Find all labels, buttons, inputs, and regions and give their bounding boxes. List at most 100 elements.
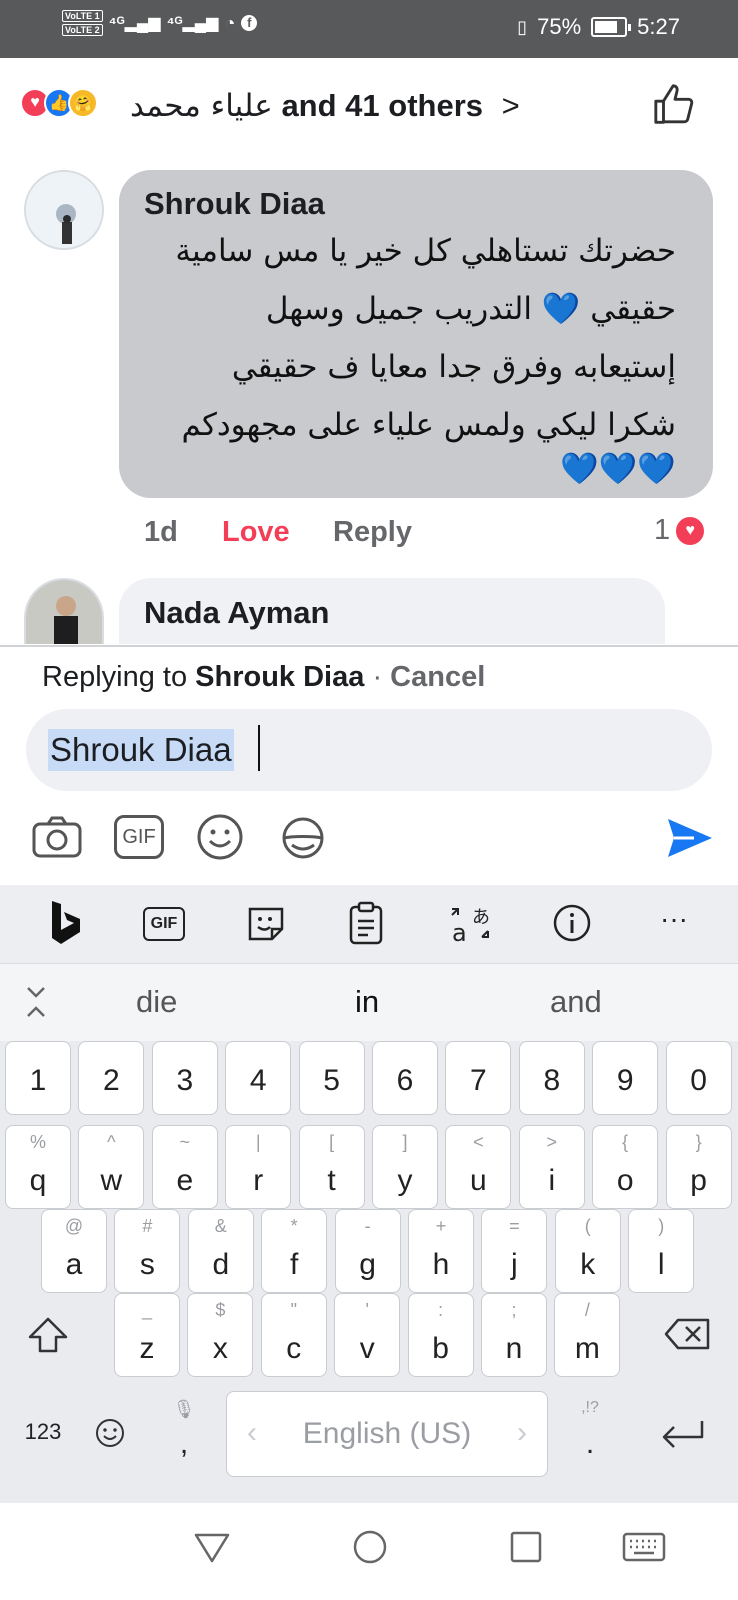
keyboard-gif-button[interactable]: GIF	[143, 907, 185, 941]
key-f[interactable]: * f	[261, 1209, 328, 1293]
shift-key[interactable]	[12, 1293, 84, 1377]
backspace-key[interactable]	[652, 1293, 726, 1377]
translate-icon: aあ	[451, 907, 490, 947]
key-j[interactable]: = j	[481, 1209, 548, 1293]
comment-reaction-count[interactable]: 1 ♥	[654, 514, 707, 547]
key-b[interactable]: :b	[407, 1293, 474, 1377]
enter-key[interactable]	[640, 1391, 726, 1475]
emoji-button[interactable]	[196, 813, 244, 861]
love-button[interactable]: Love	[222, 516, 290, 549]
space-key[interactable]: ‹ English (US) ›	[226, 1391, 548, 1477]
recents-square-icon	[510, 1531, 542, 1563]
separator: ·	[372, 661, 383, 693]
key-i[interactable]: > i	[518, 1125, 585, 1209]
key-label: q	[29, 1164, 47, 1197]
number-key-7[interactable]: 7	[445, 1041, 512, 1115]
number-key-5[interactable]: 5	[298, 1041, 365, 1115]
number-key-6[interactable]: 6	[372, 1041, 438, 1115]
comment-author[interactable]: Shrouk Diaa	[144, 186, 325, 222]
cancel-reply-button[interactable]: Cancel	[390, 661, 485, 693]
key-label: 4	[249, 1064, 267, 1097]
key-o[interactable]: {o	[592, 1125, 659, 1209]
key-d[interactable]: & d	[187, 1209, 254, 1293]
key-label: k	[580, 1248, 596, 1281]
suggestion-item[interactable]: and	[550, 984, 602, 1020]
key-k[interactable]: (k	[554, 1209, 621, 1293]
avatar[interactable]	[24, 170, 104, 250]
key-z[interactable]: _ z	[114, 1293, 180, 1377]
key-x[interactable]: $ x	[187, 1293, 254, 1377]
home-button[interactable]	[350, 1527, 390, 1567]
reactions-summary-bar[interactable]: ♥ 👍 🤗 علياء محمد and 41 others >	[0, 58, 738, 158]
number-key-3[interactable]: 3	[151, 1041, 218, 1115]
comment-input-text[interactable]: Shrouk Diaa	[48, 729, 234, 771]
sticker-button[interactable]	[278, 813, 328, 863]
key-e[interactable]: ~ e	[151, 1125, 218, 1209]
keyboard-sticker-button[interactable]	[246, 903, 286, 943]
recents-button[interactable]	[508, 1529, 544, 1565]
key-w[interactable]: ^ w	[78, 1125, 145, 1209]
key-h[interactable]: + h	[408, 1209, 474, 1293]
number-key-4[interactable]: 4	[225, 1041, 292, 1115]
number-key-1[interactable]: 1	[5, 1041, 71, 1115]
key-s[interactable]: # s	[114, 1209, 181, 1293]
clipboard-button[interactable]	[348, 901, 384, 945]
emoji-key[interactable]	[80, 1391, 140, 1475]
reply-button[interactable]: Reply	[333, 516, 412, 549]
key-c[interactable]: " c	[260, 1293, 327, 1377]
number-key-9[interactable]: 9	[592, 1041, 659, 1115]
key-hint: :	[438, 1300, 444, 1320]
reaction-icons: ♥ 👍 🤗	[20, 88, 98, 118]
key-g[interactable]: -g	[334, 1209, 401, 1293]
numbers-switch-key[interactable]: 123	[8, 1391, 78, 1475]
key-label: c	[286, 1332, 302, 1365]
number-key-8[interactable]: 8	[518, 1041, 585, 1115]
period-key[interactable]: ,!? .	[554, 1391, 626, 1475]
comment-input[interactable]: Shrouk Diaa	[26, 709, 712, 791]
key-label: u	[470, 1164, 487, 1197]
key-hint: ;	[511, 1300, 517, 1320]
comma-key[interactable]: 🎙 ,	[148, 1391, 220, 1475]
more-options-button[interactable]: ···	[660, 903, 688, 935]
key-t[interactable]: [t	[298, 1125, 365, 1209]
key-q[interactable]: % q	[5, 1125, 71, 1209]
key-y[interactable]: ] y	[372, 1125, 438, 1209]
key-hint: /	[584, 1300, 590, 1320]
keyboard-switch-button[interactable]	[622, 1531, 666, 1565]
key-l[interactable]: ) l	[628, 1209, 695, 1293]
number-key-2[interactable]: 2	[78, 1041, 145, 1115]
key-label: p	[690, 1164, 707, 1197]
key-v[interactable]: ' v	[334, 1293, 401, 1377]
key-hint: +	[435, 1216, 447, 1236]
suggestion-item[interactable]: in	[355, 984, 379, 1020]
camera-button[interactable]	[32, 815, 82, 859]
key-n[interactable]: ; n	[481, 1293, 547, 1377]
avatar[interactable]	[24, 578, 104, 644]
replying-to-label: Replying to Shrouk Diaa · Cancel	[42, 661, 485, 694]
bing-button[interactable]	[44, 897, 84, 947]
key-r[interactable]: | r	[225, 1125, 292, 1209]
key-m[interactable]: / m	[554, 1293, 621, 1377]
key-hint: }	[695, 1132, 702, 1152]
key-label: r	[253, 1164, 264, 1197]
info-button[interactable]	[552, 903, 592, 943]
key-p[interactable]: } p	[665, 1125, 732, 1209]
suggestion-item[interactable]: die	[136, 984, 177, 1020]
key-u[interactable]: < u	[445, 1125, 512, 1209]
like-button[interactable]	[652, 82, 698, 128]
gif-label: GIF	[122, 826, 156, 848]
reaction-names: علياء محمد	[130, 88, 273, 124]
key-label: 123	[24, 1419, 62, 1444]
key-hint: _	[141, 1300, 152, 1320]
comment-author[interactable]: Nada Ayman	[144, 595, 330, 631]
profile-photo	[26, 580, 102, 644]
gif-button[interactable]: GIF	[114, 815, 164, 859]
reaction-count: 1	[654, 514, 671, 546]
key-a[interactable]: @ a	[41, 1209, 107, 1293]
send-button[interactable]	[664, 813, 714, 863]
back-button[interactable]	[192, 1527, 232, 1567]
collapse-suggestions-button[interactable]	[24, 984, 48, 1020]
thumbs-up-icon	[654, 84, 694, 124]
translate-button[interactable]: aあ	[448, 901, 492, 947]
number-key-0[interactable]: 0	[665, 1041, 732, 1115]
